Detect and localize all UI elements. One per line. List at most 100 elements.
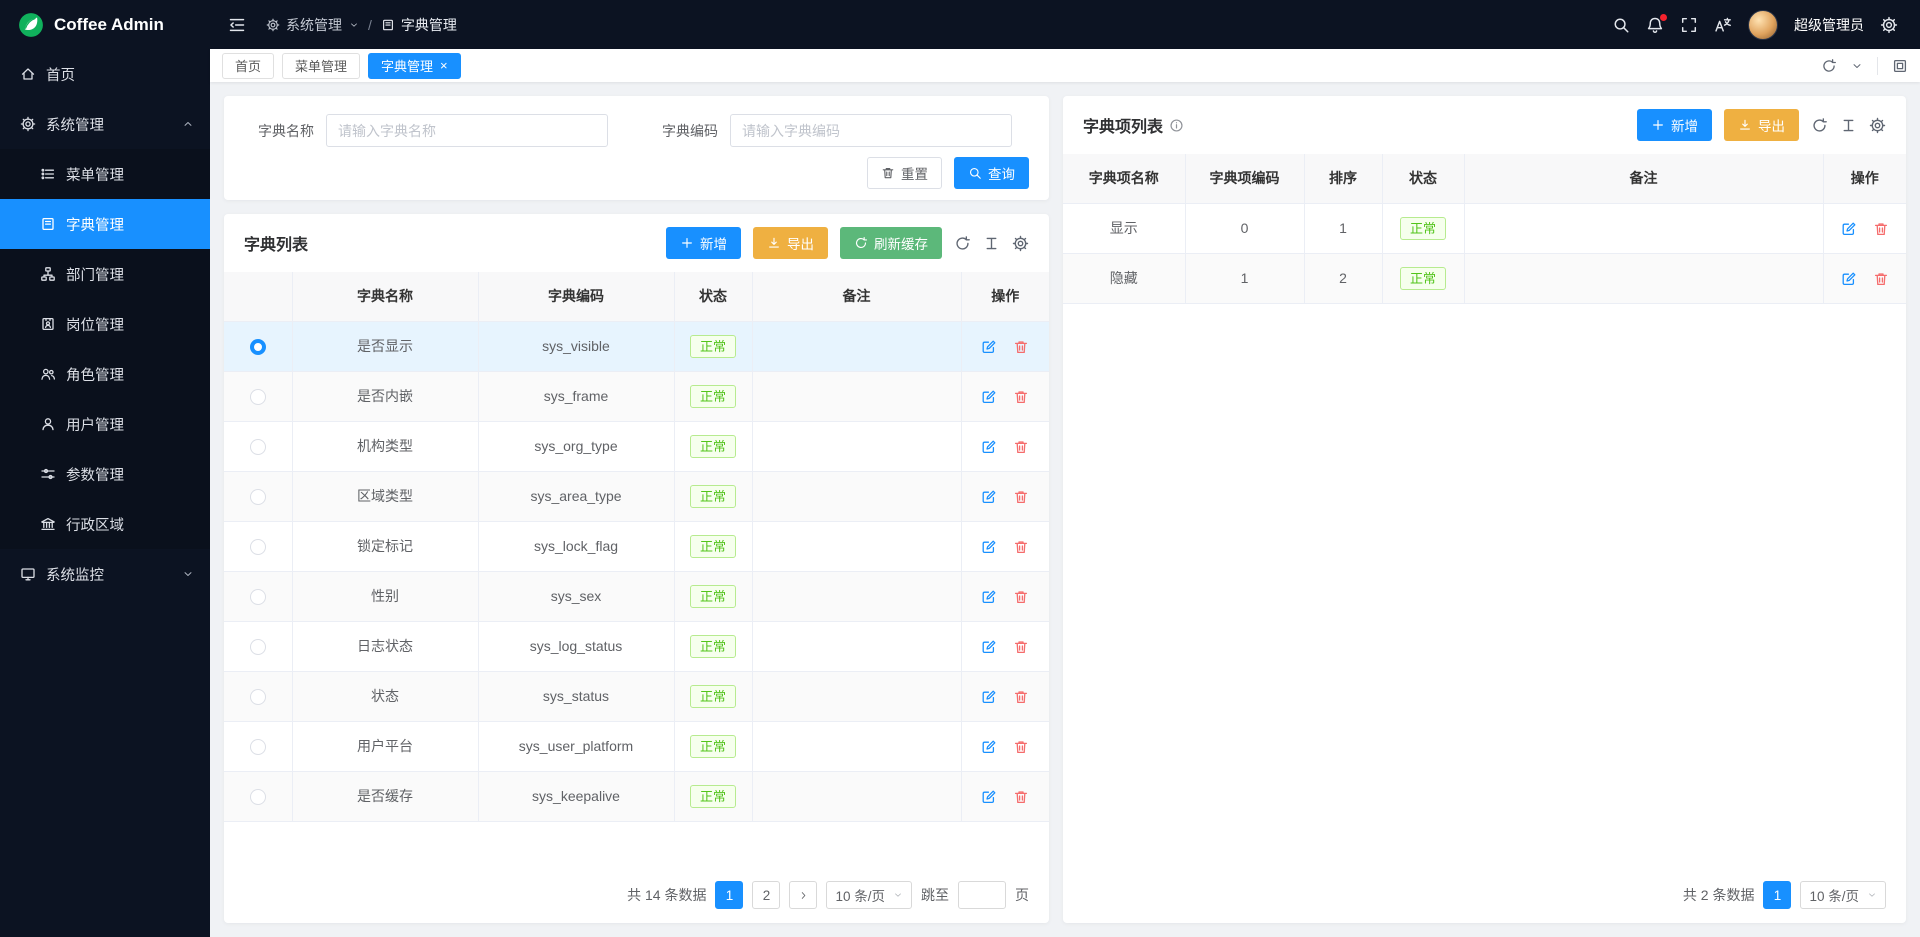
- breadcrumb-system[interactable]: 系统管理: [266, 15, 359, 35]
- add-item-button[interactable]: 新增: [1637, 109, 1712, 141]
- delete-icon[interactable]: [1013, 639, 1029, 655]
- delete-icon[interactable]: [1013, 489, 1029, 505]
- edit-icon[interactable]: [981, 739, 997, 755]
- dict-table-row[interactable]: 性别sys_sex正常: [224, 571, 1049, 621]
- add-dict-button[interactable]: 新增: [666, 227, 741, 259]
- sidebar-item-monitor[interactable]: 系统监控: [0, 549, 210, 599]
- refresh-icon[interactable]: [1811, 117, 1828, 134]
- edit-icon[interactable]: [981, 789, 997, 805]
- edit-icon[interactable]: [981, 639, 997, 655]
- user-name[interactable]: 超级管理员: [1794, 15, 1864, 35]
- sidebar-item-param[interactable]: 参数管理: [0, 449, 210, 499]
- row-radio[interactable]: [250, 589, 266, 605]
- delete-icon[interactable]: [1013, 439, 1029, 455]
- dict-table-row[interactable]: 机构类型sys_org_type正常: [224, 421, 1049, 471]
- row-radio[interactable]: [250, 339, 266, 355]
- sidebar-item-dict[interactable]: 字典管理: [0, 199, 210, 249]
- app-logo[interactable]: Coffee Admin: [0, 0, 210, 49]
- page-button-2[interactable]: 2: [752, 881, 780, 909]
- dict-table-row[interactable]: 日志状态sys_log_status正常: [224, 621, 1049, 671]
- tab-0[interactable]: 首页: [222, 53, 274, 79]
- sidebar-item-system[interactable]: 系统管理: [0, 99, 210, 149]
- edit-icon[interactable]: [981, 339, 997, 355]
- sidebar-item-dept[interactable]: 部门管理: [0, 249, 210, 299]
- export-dict-button[interactable]: 导出: [753, 227, 828, 259]
- tab-1[interactable]: 菜单管理: [282, 53, 360, 79]
- sidebar-item-user[interactable]: 用户管理: [0, 399, 210, 449]
- tab-2[interactable]: 字典管理×: [368, 53, 461, 79]
- row-radio[interactable]: [250, 389, 266, 405]
- item-pagination: 共 2 条数据 1 10 条/页: [1683, 881, 1886, 909]
- edit-icon[interactable]: [981, 389, 997, 405]
- delete-icon[interactable]: [1013, 589, 1029, 605]
- refresh-icon[interactable]: [954, 235, 971, 252]
- sidebar-item-role[interactable]: 角色管理: [0, 349, 210, 399]
- user-avatar[interactable]: [1748, 10, 1778, 40]
- refresh-cache-button[interactable]: 刷新缓存: [840, 227, 942, 259]
- dict-name-input[interactable]: [326, 114, 608, 147]
- text-size-icon[interactable]: [1840, 117, 1857, 134]
- jump-page-input[interactable]: [958, 881, 1006, 909]
- close-tab-icon[interactable]: ×: [440, 59, 448, 72]
- next-page-button[interactable]: [789, 881, 817, 909]
- edit-icon[interactable]: [981, 689, 997, 705]
- dict-table-row[interactable]: 是否内嵌sys_frame正常: [224, 371, 1049, 421]
- edit-icon[interactable]: [1841, 271, 1857, 287]
- dict-table-row[interactable]: 是否缓存sys_keepalive正常: [224, 771, 1049, 821]
- edit-icon[interactable]: [1841, 221, 1857, 237]
- edit-icon[interactable]: [981, 539, 997, 555]
- search-icon[interactable]: [1612, 16, 1630, 34]
- query-button[interactable]: 查询: [954, 157, 1029, 189]
- page-button-1[interactable]: 1: [715, 881, 743, 909]
- row-radio[interactable]: [250, 489, 266, 505]
- item-table-row[interactable]: 隐藏12正常: [1063, 253, 1906, 303]
- row-radio[interactable]: [250, 439, 266, 455]
- translate-icon[interactable]: [1714, 16, 1732, 34]
- sidebar-item-region[interactable]: 行政区域: [0, 499, 210, 549]
- delete-icon[interactable]: [1013, 739, 1029, 755]
- refresh-icon[interactable]: [1821, 58, 1837, 74]
- chevron-down-icon[interactable]: [1851, 60, 1863, 72]
- sidebar-item-home[interactable]: 首页: [0, 49, 210, 99]
- fullscreen-icon[interactable]: [1680, 16, 1698, 34]
- dict-table-row[interactable]: 区域类型sys_area_type正常: [224, 471, 1049, 521]
- edit-icon[interactable]: [981, 489, 997, 505]
- settings-icon[interactable]: [1869, 117, 1886, 134]
- delete-icon[interactable]: [1873, 221, 1889, 237]
- reset-button[interactable]: 重置: [867, 157, 942, 189]
- row-radio[interactable]: [250, 739, 266, 755]
- row-radio[interactable]: [250, 639, 266, 655]
- delete-icon[interactable]: [1013, 689, 1029, 705]
- export-item-button[interactable]: 导出: [1724, 109, 1799, 141]
- edit-icon[interactable]: [981, 589, 997, 605]
- delete-icon[interactable]: [1013, 539, 1029, 555]
- bell-icon[interactable]: [1646, 16, 1664, 34]
- edit-icon[interactable]: [981, 439, 997, 455]
- settings-icon[interactable]: [1012, 235, 1029, 252]
- text-size-icon[interactable]: [983, 235, 1000, 252]
- dict-code-input[interactable]: [730, 114, 1012, 147]
- row-radio[interactable]: [250, 789, 266, 805]
- dict-table-row[interactable]: 锁定标记sys_lock_flag正常: [224, 521, 1049, 571]
- settings-icon[interactable]: [1880, 16, 1898, 34]
- item-table-row[interactable]: 显示01正常: [1063, 203, 1906, 253]
- delete-icon[interactable]: [1013, 389, 1029, 405]
- dict-table-row[interactable]: 用户平台sys_user_platform正常: [224, 721, 1049, 771]
- status-badge: 正常: [690, 435, 736, 458]
- delete-icon[interactable]: [1873, 271, 1889, 287]
- row-radio[interactable]: [250, 689, 266, 705]
- item-page-size-select[interactable]: 10 条/页: [1800, 881, 1886, 909]
- frame-icon[interactable]: [1892, 58, 1908, 74]
- collapse-icon[interactable]: [228, 16, 246, 34]
- dict-table-row[interactable]: 是否显示sys_visible正常: [224, 321, 1049, 371]
- sidebar-item-menu[interactable]: 菜单管理: [0, 149, 210, 199]
- dict-table-row[interactable]: 状态sys_status正常: [224, 671, 1049, 721]
- info-icon[interactable]: [1169, 118, 1184, 133]
- sidebar-item-post[interactable]: 岗位管理: [0, 299, 210, 349]
- dict-page-size-select[interactable]: 10 条/页: [826, 881, 912, 909]
- delete-icon[interactable]: [1013, 789, 1029, 805]
- delete-icon[interactable]: [1013, 339, 1029, 355]
- row-radio[interactable]: [250, 539, 266, 555]
- dict-list-card: 字典列表 新增 导出: [224, 214, 1049, 923]
- page-button-1[interactable]: 1: [1763, 881, 1791, 909]
